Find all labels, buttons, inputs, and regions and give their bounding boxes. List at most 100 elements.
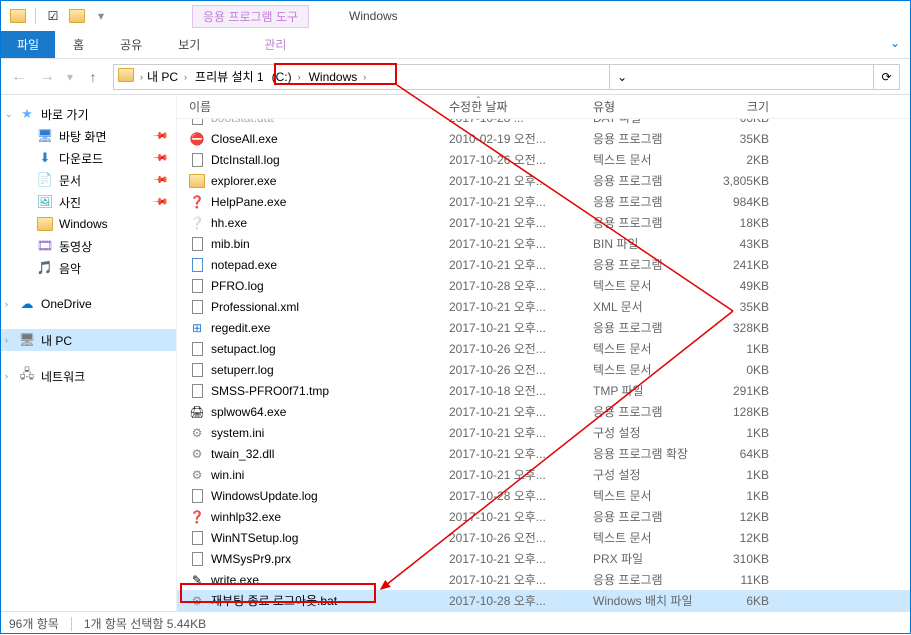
file-row[interactable]: ❔hh.exe2017-10-21 오후...응용 프로그램18KB: [177, 212, 910, 233]
file-size: 1KB: [705, 468, 785, 482]
nav-onedrive[interactable]: ›☁OneDrive: [1, 293, 176, 315]
file-row[interactable]: SMSS-PFRO0f71.tmp2017-10-18 오전...TMP 파일2…: [177, 380, 910, 401]
navigation-pane: ⌄★바로 가기 🖥바탕 화면📌 ⬇다운로드📌 📄문서📌 🖼사진📌 Windows…: [1, 95, 177, 611]
nav-music[interactable]: 🎵음악: [1, 257, 176, 279]
file-date: 2010-02-19 오전...: [441, 130, 585, 147]
file-row[interactable]: ⚙재부팅 종료 로그아웃.bat2017-10-28 오후...Windows …: [177, 590, 910, 611]
file-size: 35KB: [705, 132, 785, 146]
nav-this-pc[interactable]: ›🖥내 PC: [1, 329, 176, 351]
ribbon-tab-home[interactable]: 홈: [55, 31, 102, 58]
status-item-count: 96개 항목: [9, 615, 59, 632]
file-type: 구성 설정: [585, 466, 705, 483]
breadcrumb-item[interactable]: (C:)›: [268, 65, 305, 89]
nav-quick-access[interactable]: ⌄★바로 가기: [1, 103, 176, 125]
file-row[interactable]: WindowsUpdate.log2017-10-28 오후...텍스트 문서1…: [177, 485, 910, 506]
file-date: 2017-10-21 오후...: [441, 235, 585, 252]
file-name: splwow64.exe: [211, 405, 286, 419]
file-row[interactable]: WMSysPr9.prx2017-10-21 오후...PRX 파일310KB: [177, 548, 910, 569]
nav-documents[interactable]: 📄문서📌: [1, 169, 176, 191]
file-icon: [189, 173, 205, 189]
file-row[interactable]: setuperr.log2017-10-26 오전...텍스트 문서0KB: [177, 359, 910, 380]
file-size: 35KB: [705, 300, 785, 314]
file-row[interactable]: Professional.xml2017-10-21 오후...XML 문서35…: [177, 296, 910, 317]
nav-windows-folder[interactable]: Windows: [1, 213, 176, 235]
file-row[interactable]: DtcInstall.log2017-10-26 오전...텍스트 문서2KB: [177, 149, 910, 170]
file-row[interactable]: WinNTSetup.log2017-10-26 오전...텍스트 문서12KB: [177, 527, 910, 548]
file-row[interactable]: PFRO.log2017-10-28 오후...텍스트 문서49KB: [177, 275, 910, 296]
file-row[interactable]: bootstat.dat2017-10-28 ...DAT 파일66KB: [177, 119, 910, 128]
ribbon-expand-icon[interactable]: ⌄: [880, 31, 910, 58]
file-date: 2017-10-26 오전...: [441, 340, 585, 357]
file-row[interactable]: notepad.exe2017-10-21 오후...응용 프로그램241KB: [177, 254, 910, 275]
ribbon-tab-view[interactable]: 보기: [160, 31, 218, 58]
file-type: DAT 파일: [585, 119, 705, 126]
ribbon-tab-manage[interactable]: 관리: [246, 31, 304, 58]
file-type: 텍스트 문서: [585, 151, 705, 168]
column-header-type[interactable]: 유형: [585, 98, 705, 115]
file-row[interactable]: ⚙system.ini2017-10-21 오후...구성 설정1KB: [177, 422, 910, 443]
file-icon: [189, 488, 205, 504]
breadcrumb-item[interactable]: 내 PC›: [143, 65, 191, 89]
breadcrumb-item[interactable]: Windows›: [305, 65, 371, 89]
file-row[interactable]: explorer.exe2017-10-21 오후...응용 프로그램3,805…: [177, 170, 910, 191]
file-size: 328KB: [705, 321, 785, 335]
file-type: 응용 프로그램: [585, 508, 705, 525]
refresh-icon[interactable]: ⟳: [873, 65, 899, 89]
column-header-name[interactable]: 이름: [177, 98, 441, 115]
file-type: 응용 프로그램: [585, 256, 705, 273]
file-name: setuperr.log: [211, 363, 274, 377]
file-row[interactable]: 🖨splwow64.exe2017-10-21 오후...응용 프로그램128K…: [177, 401, 910, 422]
file-rows[interactable]: bootstat.dat2017-10-28 ...DAT 파일66KB⛔Clo…: [177, 119, 910, 611]
address-bar[interactable]: › 내 PC› 프리뷰 설치 1 (C:)› Windows› ⌄ ⟳: [113, 64, 900, 90]
file-date: 2017-10-28 오후...: [441, 592, 585, 609]
nav-downloads[interactable]: ⬇다운로드📌: [1, 147, 176, 169]
ribbon-tab-share[interactable]: 공유: [102, 31, 160, 58]
file-type: XML 문서: [585, 298, 705, 315]
nav-back-button[interactable]: ←: [7, 65, 31, 89]
file-type: 응용 프로그램: [585, 319, 705, 336]
file-row[interactable]: setupact.log2017-10-26 오전...텍스트 문서1KB: [177, 338, 910, 359]
contextual-tab-tools[interactable]: 응용 프로그램 도구: [192, 5, 309, 28]
file-date: 2017-10-21 오후...: [441, 445, 585, 462]
file-date: 2017-10-21 오후...: [441, 403, 585, 420]
nav-desktop[interactable]: 🖥바탕 화면📌: [1, 125, 176, 147]
new-folder-icon[interactable]: [66, 5, 88, 27]
column-header-size[interactable]: 크기: [705, 98, 785, 115]
breadcrumb-item[interactable]: 프리뷰 설치 1: [191, 65, 268, 89]
file-row[interactable]: ⛔CloseAll.exe2010-02-19 오전...응용 프로그램35KB: [177, 128, 910, 149]
file-row[interactable]: ✎write.exe2017-10-21 오후...응용 프로그램11KB: [177, 569, 910, 590]
file-type: PRX 파일: [585, 550, 705, 567]
nav-forward-button[interactable]: →: [35, 65, 59, 89]
file-name: setupact.log: [211, 342, 276, 356]
nav-up-button[interactable]: ↑: [81, 65, 105, 89]
nav-videos[interactable]: 🎞동영상: [1, 235, 176, 257]
address-dropdown-icon[interactable]: ⌄: [609, 65, 635, 89]
file-date: 2017-10-21 오후...: [441, 550, 585, 567]
file-row[interactable]: ⚙twain_32.dll2017-10-21 오후...응용 프로그램 확장6…: [177, 443, 910, 464]
file-name: DtcInstall.log: [211, 153, 280, 167]
file-row[interactable]: ⊞regedit.exe2017-10-21 오후...응용 프로그램328KB: [177, 317, 910, 338]
file-type: TMP 파일: [585, 382, 705, 399]
file-row[interactable]: ⚙win.ini2017-10-21 오후...구성 설정1KB: [177, 464, 910, 485]
file-row[interactable]: ❓winhlp32.exe2017-10-21 오후...응용 프로그램12KB: [177, 506, 910, 527]
file-icon: [189, 530, 205, 546]
ribbon-tab-file[interactable]: 파일: [1, 31, 55, 58]
file-date: 2017-10-26 오전...: [441, 529, 585, 546]
file-icon: ❔: [189, 215, 205, 231]
file-name: PFRO.log: [211, 279, 264, 293]
nav-network[interactable]: ›🖧네트워크: [1, 365, 176, 387]
file-date: 2017-10-28 오후...: [441, 277, 585, 294]
file-date: 2017-10-21 오후...: [441, 256, 585, 273]
file-name: WMSysPr9.prx: [211, 552, 291, 566]
file-type: 텍스트 문서: [585, 277, 705, 294]
qat-dropdown-icon[interactable]: ▾: [90, 5, 112, 27]
file-row[interactable]: mib.bin2017-10-21 오후...BIN 파일43KB: [177, 233, 910, 254]
file-name: CloseAll.exe: [211, 132, 278, 146]
properties-icon[interactable]: ☑: [42, 5, 64, 27]
file-name: write.exe: [211, 573, 259, 587]
file-row[interactable]: ❓HelpPane.exe2017-10-21 오후...응용 프로그램984K…: [177, 191, 910, 212]
nav-pictures[interactable]: 🖼사진📌: [1, 191, 176, 213]
column-header-date[interactable]: 수정한 날짜: [441, 98, 585, 115]
file-size: 1KB: [705, 426, 785, 440]
nav-recent-dropdown[interactable]: ▾: [63, 65, 77, 89]
